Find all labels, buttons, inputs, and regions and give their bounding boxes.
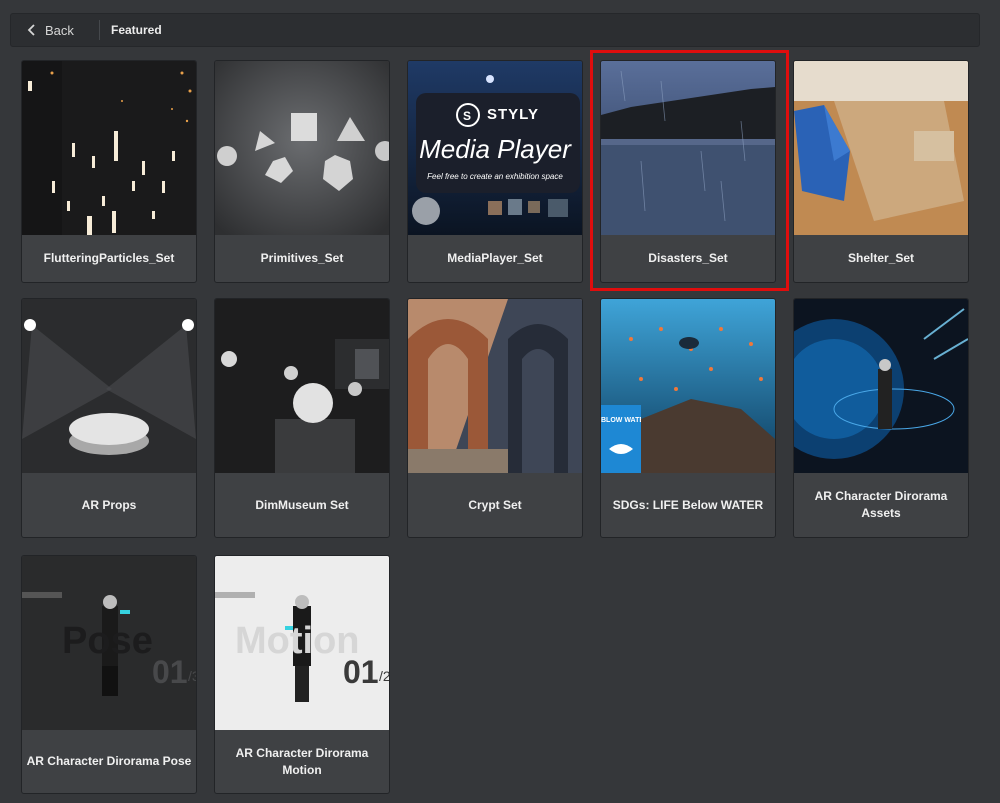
thumbnail-sdgs: BLOW WATER bbox=[601, 299, 775, 473]
card-ar-character-assets[interactable]: AR Character Dirorama Assets bbox=[793, 298, 969, 538]
motion-word: Motion bbox=[235, 620, 360, 662]
card-label: Disasters_Set bbox=[648, 251, 728, 265]
thumbnail-primitives bbox=[215, 61, 389, 235]
thumbnail-fluttering-particles bbox=[22, 61, 196, 235]
top-bar: Back Featured bbox=[10, 13, 980, 47]
card-label: AR Props bbox=[81, 497, 137, 512]
back-label: Back bbox=[45, 22, 74, 38]
motion-number: 01 bbox=[343, 654, 379, 690]
card-sdgs-life-below-water[interactable]: BLOW WATER SDGs: LIFE Below WATER bbox=[600, 298, 776, 538]
styly-logo-icon: S bbox=[463, 109, 472, 123]
card-dimmuseum[interactable]: DimMuseum Set bbox=[214, 298, 390, 538]
pose-number: 01 bbox=[152, 654, 188, 690]
thumbnail-ar-character-assets bbox=[794, 299, 968, 473]
card-label: MediaPlayer_Set bbox=[447, 251, 543, 265]
card-label: DimMuseum Set bbox=[255, 497, 349, 512]
thumbnail-dimmuseum bbox=[215, 299, 389, 473]
card-crypt[interactable]: Crypt Set bbox=[407, 298, 583, 538]
thumbnail-ar-character-pose: Pose 01 /3 bbox=[22, 556, 196, 730]
card-ar-character-pose[interactable]: Pose 01 /3 AR Character Dirorama Pose bbox=[21, 555, 197, 794]
card-label: AR Character Dirorama Assets bbox=[814, 489, 948, 520]
card-fluttering-particles[interactable]: FlutteringParticles_Set bbox=[21, 60, 197, 283]
card-label: AR Character Dirorama Pose bbox=[26, 754, 192, 768]
thumbnail-ar-props bbox=[22, 299, 196, 473]
card-label: Crypt Set bbox=[468, 497, 522, 512]
card-label: SDGs: LIFE Below WATER bbox=[612, 497, 764, 512]
media-player-brand: STYLY bbox=[487, 106, 539, 123]
pose-word: Pose bbox=[62, 620, 153, 662]
card-disasters[interactable]: Disasters_Set bbox=[600, 60, 776, 283]
thumbnail-crypt bbox=[408, 299, 582, 473]
card-ar-character-motion[interactable]: Motion 01 /2 AR Character Dirorama Motio… bbox=[214, 555, 390, 794]
motion-suffix: /2 bbox=[379, 668, 389, 684]
card-label: Shelter_Set bbox=[847, 251, 915, 265]
pose-suffix: /3 bbox=[188, 668, 196, 684]
thumbnail-disasters bbox=[601, 61, 775, 235]
card-label: FlutteringParticles_Set bbox=[43, 251, 175, 265]
chevron-left-icon bbox=[27, 24, 35, 36]
card-media-player[interactable]: S STYLY Media Player Feel free to create… bbox=[407, 60, 583, 283]
thumbnail-shelter bbox=[794, 61, 968, 235]
thumbnail-ar-character-motion: Motion 01 /2 bbox=[215, 556, 389, 730]
toolbar-divider bbox=[99, 20, 100, 40]
thumbnail-media-player: S STYLY Media Player Feel free to create… bbox=[408, 61, 582, 235]
card-primitives[interactable]: Primitives_Set bbox=[214, 60, 390, 283]
card-label: Primitives_Set bbox=[260, 251, 344, 265]
media-player-subtitle: Feel free to create an exhibition space bbox=[427, 172, 563, 181]
breadcrumb-current: Featured bbox=[111, 23, 162, 37]
card-label: AR Character Dirorama Motion bbox=[235, 745, 369, 777]
card-ar-props[interactable]: AR Props bbox=[21, 298, 197, 538]
back-button[interactable]: Back bbox=[27, 14, 97, 46]
sdg-goal-text: BLOW WATER bbox=[601, 417, 641, 424]
card-shelter[interactable]: Shelter_Set bbox=[793, 60, 969, 283]
media-player-title: Media Player bbox=[419, 134, 571, 164]
